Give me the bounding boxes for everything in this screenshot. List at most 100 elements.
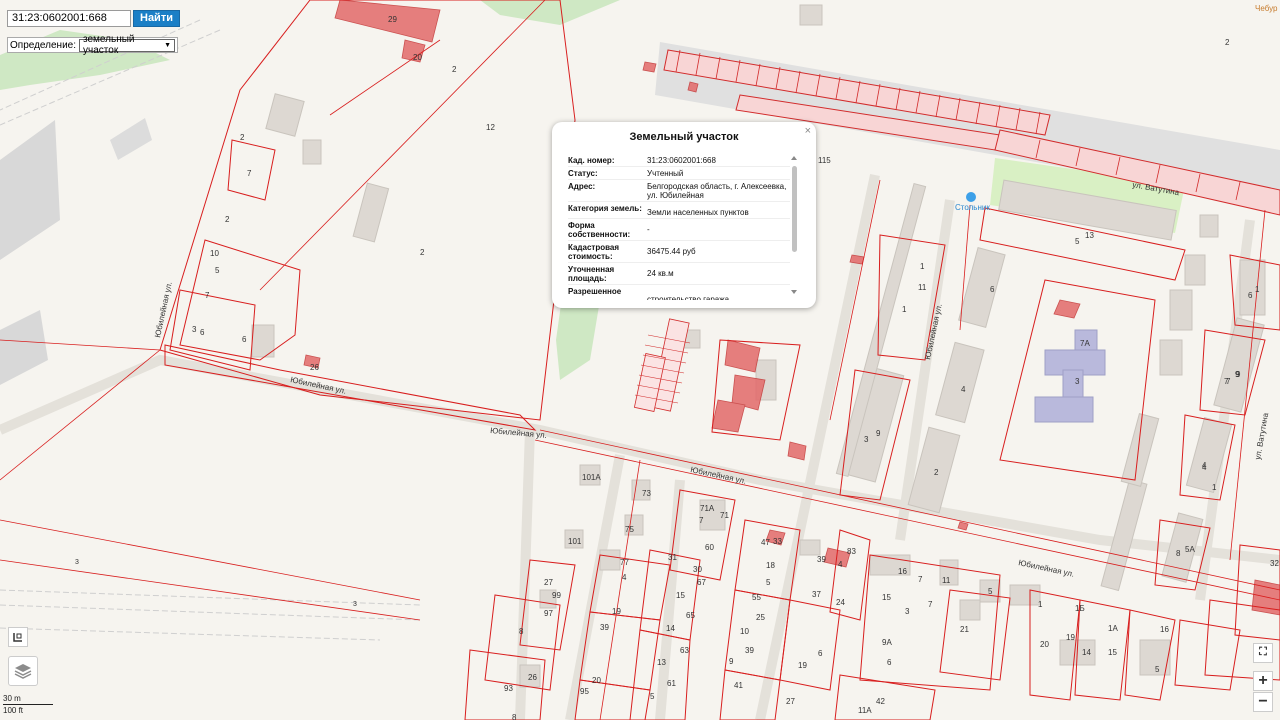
svg-text:11: 11 xyxy=(918,283,927,292)
svg-text:9: 9 xyxy=(876,429,881,438)
svg-text:25: 25 xyxy=(756,613,765,622)
svg-text:73: 73 xyxy=(642,489,651,498)
svg-text:1: 1 xyxy=(902,305,907,314)
svg-text:1: 1 xyxy=(1255,285,1260,294)
svg-text:15: 15 xyxy=(882,593,891,602)
svg-text:10: 10 xyxy=(210,249,219,258)
svg-text:19: 19 xyxy=(612,607,621,616)
scroll-down-icon[interactable] xyxy=(791,290,797,294)
svg-text:31: 31 xyxy=(668,553,677,562)
svg-text:7: 7 xyxy=(1226,377,1231,386)
info-row: Разрешенное строительство гаража xyxy=(568,285,790,301)
svg-text:3: 3 xyxy=(192,325,197,334)
info-key: Разрешенное xyxy=(568,286,622,296)
info-key: Форма собственности: xyxy=(568,220,631,239)
svg-text:7: 7 xyxy=(205,291,210,300)
svg-text:5А: 5А xyxy=(1185,545,1195,554)
svg-text:30: 30 xyxy=(693,565,702,574)
svg-text:4: 4 xyxy=(622,573,627,582)
svg-text:10: 10 xyxy=(740,627,749,636)
svg-text:60: 60 xyxy=(705,543,714,552)
parcel-info-popup: Земельный участок × Кад. номер: 31:23:06… xyxy=(552,122,816,308)
minus-icon: − xyxy=(1258,693,1268,710)
svg-text:83: 83 xyxy=(847,547,856,556)
fullscreen-button[interactable]: ⛶ xyxy=(1253,643,1273,663)
info-key: Кад. номер: xyxy=(568,155,615,165)
svg-text:71: 71 xyxy=(720,511,729,520)
scale-imperial: 100 ft xyxy=(3,706,24,715)
svg-text:95: 95 xyxy=(580,687,589,696)
info-row: Категория земель: Земли населенных пункт… xyxy=(568,202,790,219)
svg-text:2: 2 xyxy=(1225,38,1230,47)
svg-text:32: 32 xyxy=(1270,559,1279,568)
measure-icon xyxy=(13,633,22,642)
svg-text:18: 18 xyxy=(766,561,775,570)
info-value: строительство гаража xyxy=(647,294,730,301)
svg-text:7A: 7A xyxy=(1080,339,1090,348)
svg-text:5: 5 xyxy=(766,578,771,587)
info-key: Категория земель: xyxy=(568,203,642,213)
info-row: Адрес: Белгородская область, г. Алексеев… xyxy=(568,180,790,202)
info-row: Статус: Учтенный xyxy=(568,167,790,180)
cadastral-search-input[interactable]: 31:23:0602001:668 xyxy=(7,10,131,27)
svg-text:1: 1 xyxy=(1038,600,1043,609)
svg-text:93: 93 xyxy=(504,684,513,693)
svg-text:7: 7 xyxy=(928,600,933,609)
svg-text:9А: 9А xyxy=(882,638,892,647)
svg-text:6: 6 xyxy=(887,658,892,667)
popup-scrollbar[interactable] xyxy=(792,166,797,252)
definition-select[interactable]: земельный участок ▼ xyxy=(79,34,176,56)
map-canvas[interactable]: Юбилейная ул. Юбилейная ул. Юбилейная ул… xyxy=(0,0,1280,720)
svg-text:65: 65 xyxy=(686,611,695,620)
corner-label: Чебур xyxy=(1255,4,1278,13)
svg-text:11: 11 xyxy=(942,576,951,585)
svg-text:12: 12 xyxy=(486,123,495,132)
svg-text:3: 3 xyxy=(1075,377,1080,386)
svg-text:8: 8 xyxy=(1176,549,1181,558)
chevron-down-icon: ▼ xyxy=(164,41,172,49)
info-value: Земли населенных пунктов xyxy=(647,207,749,217)
svg-text:29: 29 xyxy=(388,15,397,24)
svg-text:26: 26 xyxy=(528,673,537,682)
svg-text:2: 2 xyxy=(225,215,230,224)
info-value: 36475.44 руб xyxy=(647,246,696,256)
svg-text:97: 97 xyxy=(544,609,553,618)
svg-text:71А: 71А xyxy=(700,504,715,513)
svg-text:4: 4 xyxy=(1202,463,1207,472)
popup-title: Земельный участок xyxy=(629,131,739,143)
measure-tool-button[interactable] xyxy=(8,627,28,647)
svg-text:101А: 101А xyxy=(582,473,601,482)
zoom-in-button[interactable]: + xyxy=(1253,671,1273,691)
info-row: Форма собственности: - xyxy=(568,219,790,241)
plus-icon: + xyxy=(1258,672,1268,689)
svg-text:20: 20 xyxy=(413,53,422,62)
layers-button[interactable] xyxy=(8,656,38,686)
svg-text:33: 33 xyxy=(773,537,782,546)
find-button[interactable]: Найти xyxy=(133,10,180,27)
svg-text:101: 101 xyxy=(568,537,582,546)
poi-marker-icon[interactable] xyxy=(966,192,976,202)
svg-text:7: 7 xyxy=(247,169,252,178)
info-value: Учтенный xyxy=(647,168,684,178)
svg-text:4: 4 xyxy=(838,560,843,569)
rail-number: 3 xyxy=(75,559,79,566)
svg-text:4: 4 xyxy=(961,385,966,394)
info-key: Уточненная площадь: xyxy=(568,264,615,283)
svg-text:19: 19 xyxy=(798,661,807,670)
popup-body[interactable]: Кад. номер: 31:23:0602001:668 Статус: Уч… xyxy=(568,154,790,300)
svg-text:6: 6 xyxy=(818,649,823,658)
poi-label: Стольник xyxy=(955,203,990,212)
info-row: Уточненная площадь: 24 кв.м xyxy=(568,263,790,285)
close-icon[interactable]: × xyxy=(805,125,811,137)
scroll-up-icon[interactable] xyxy=(791,156,797,160)
svg-text:5: 5 xyxy=(215,266,220,275)
fullscreen-icon: ⛶ xyxy=(1259,646,1267,658)
info-value: - xyxy=(647,224,650,234)
svg-text:8: 8 xyxy=(512,713,517,720)
svg-text:115: 115 xyxy=(818,156,831,165)
svg-text:5: 5 xyxy=(650,692,655,701)
svg-text:61: 61 xyxy=(667,679,676,688)
svg-text:16: 16 xyxy=(898,567,907,576)
info-key: Адрес: xyxy=(568,181,596,191)
zoom-out-button[interactable]: − xyxy=(1253,692,1273,712)
